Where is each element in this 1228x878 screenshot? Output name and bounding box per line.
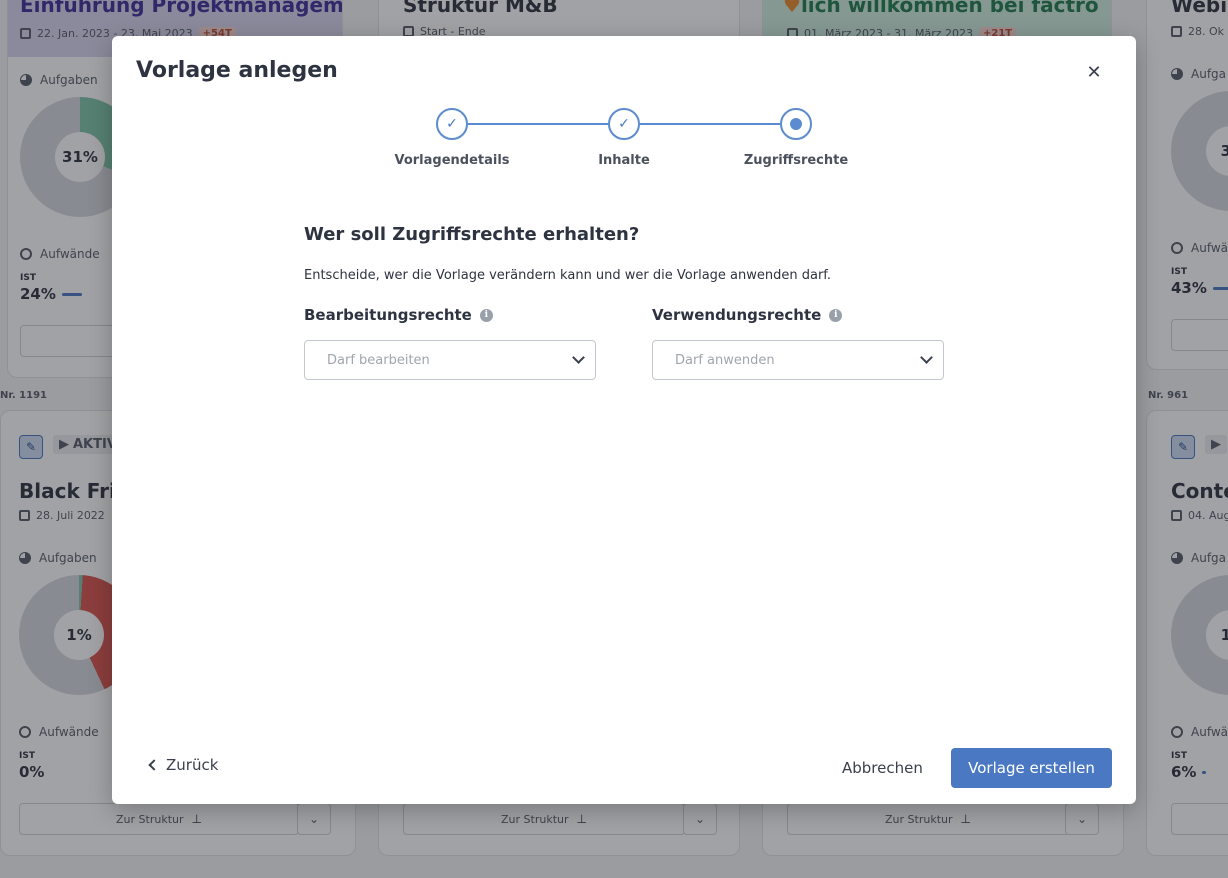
step-3-indicator[interactable]	[780, 108, 812, 140]
use-rights-label: Verwendungsrechte i	[652, 306, 843, 324]
checkmark-icon: ✓	[446, 116, 458, 132]
edit-rights-select[interactable]: Darf bearbeiten	[304, 340, 596, 380]
step-2-indicator[interactable]: ✓	[608, 108, 640, 140]
dialog-title: Vorlage anlegen	[136, 58, 338, 83]
active-step-dot-icon	[790, 118, 802, 130]
edit-rights-label: Bearbeitungsrechte i	[304, 306, 493, 324]
close-button[interactable]: ✕	[1082, 60, 1106, 84]
step-1-label: Vorlagendetails	[394, 153, 510, 168]
use-rights-select[interactable]: Darf anwenden	[652, 340, 944, 380]
info-icon[interactable]: i	[829, 308, 843, 322]
section-title: Wer soll Zugriffsrechte erhalten?	[304, 224, 640, 245]
edit-rights-placeholder: Darf bearbeiten	[327, 352, 430, 368]
step-1-indicator[interactable]: ✓	[436, 108, 468, 140]
stepper-connector	[640, 123, 780, 125]
cancel-button[interactable]: Abbrechen	[830, 748, 935, 788]
step-2-label: Inhalte	[598, 153, 650, 168]
checkmark-icon: ✓	[618, 116, 630, 132]
use-rights-placeholder: Darf anwenden	[675, 352, 775, 368]
create-template-button[interactable]: Vorlage erstellen	[951, 748, 1112, 788]
chevron-down-icon	[572, 351, 585, 364]
create-template-dialog: Vorlage anlegen ✕ ✓ ✓ Vorlagendetails In…	[112, 36, 1136, 804]
back-button[interactable]: Zurück	[148, 756, 218, 774]
info-icon[interactable]: i	[479, 308, 493, 322]
step-3-label: Zugriffsrechte	[743, 153, 849, 168]
section-description: Entscheide, wer die Vorlage verändern ka…	[304, 268, 832, 283]
chevron-down-icon	[920, 351, 933, 364]
chevron-left-icon	[148, 759, 160, 771]
stepper-connector	[468, 123, 608, 125]
close-icon: ✕	[1086, 61, 1102, 83]
